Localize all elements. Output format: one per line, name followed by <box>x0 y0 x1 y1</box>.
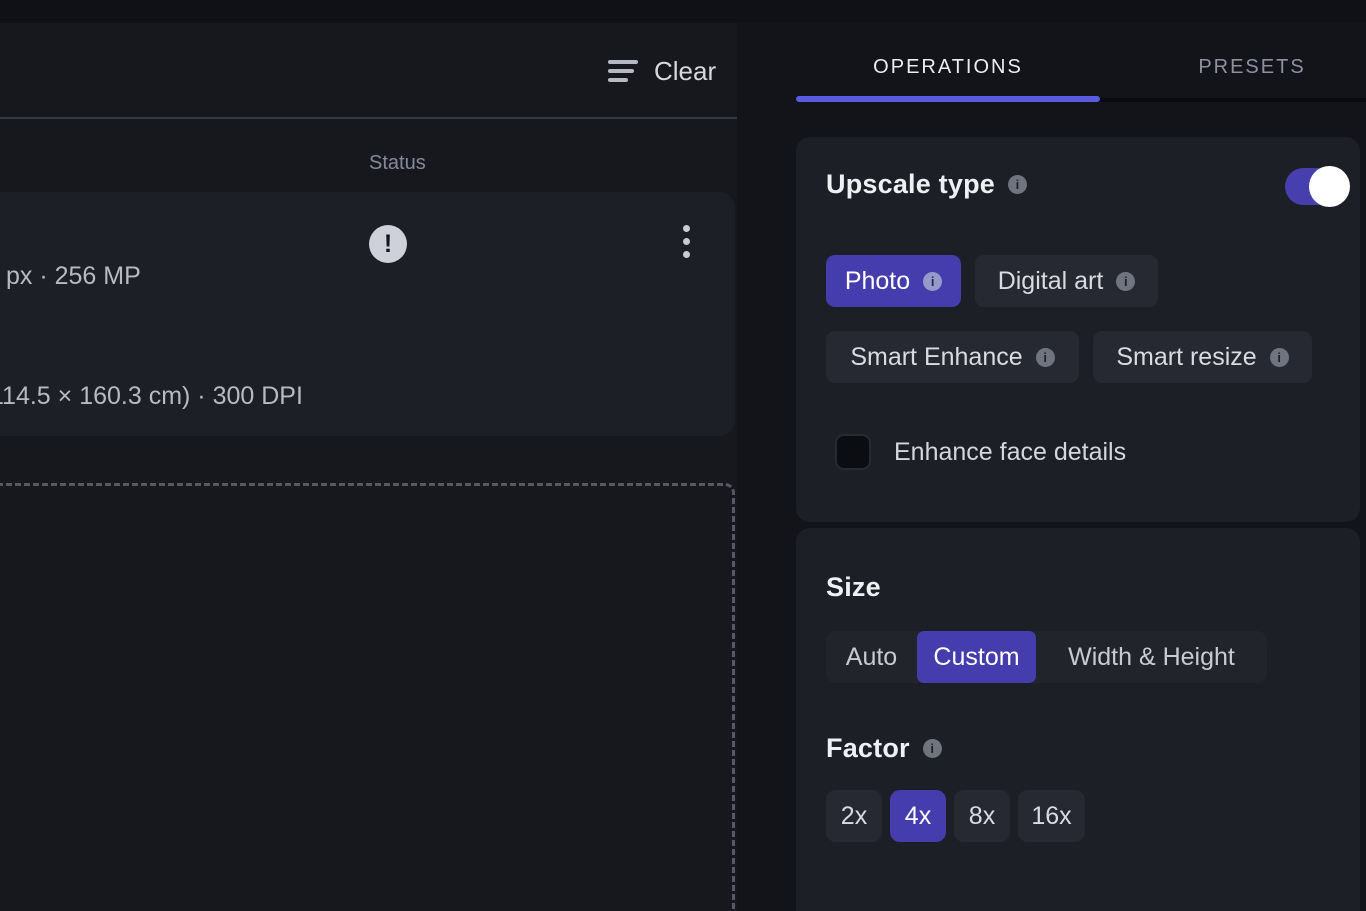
upscale-type-title: Upscale type <box>826 169 995 200</box>
factor-8x-button[interactable]: 8x <box>954 790 1010 842</box>
smart-resize-button[interactable]: Smart resize i <box>1093 331 1312 383</box>
upscale-type-card: Upscale type i Photo i Digital art i Sma… <box>796 137 1360 522</box>
header-divider <box>0 117 737 119</box>
clear-button[interactable]: Clear <box>608 50 716 92</box>
smart-resize-label: Smart resize <box>1116 343 1256 372</box>
factor-4x-button[interactable]: 4x <box>890 790 946 842</box>
size-factor-card: Size Auto Custom Width & Height Factor i… <box>796 528 1360 911</box>
factor-2x-button[interactable]: 2x <box>826 790 882 842</box>
smart-enhance-button[interactable]: Smart Enhance i <box>826 331 1079 383</box>
kebab-menu-icon[interactable] <box>676 225 696 258</box>
info-icon[interactable]: i <box>1008 175 1027 194</box>
smart-enhance-label: Smart Enhance <box>850 343 1022 372</box>
file-row[interactable]: px · 256 MP ! 114.5 × 160.3 cm) · 300 DP… <box>0 192 735 436</box>
active-tab-indicator <box>796 96 1100 102</box>
file-dropzone[interactable] <box>0 483 735 911</box>
info-icon[interactable]: i <box>1036 348 1055 367</box>
window-top-strip <box>0 0 1366 23</box>
file-dimensions-text: px · 256 MP <box>6 262 141 291</box>
info-icon[interactable]: i <box>923 739 942 758</box>
factor-title: Factor <box>826 733 910 764</box>
photo-button[interactable]: Photo i <box>826 255 961 307</box>
status-column-header: Status <box>369 152 426 175</box>
photo-label: Photo <box>845 267 910 296</box>
enhance-face-checkbox[interactable] <box>835 434 871 470</box>
app-window: Clear Status px · 256 MP ! 114.5 × 160.3… <box>0 0 1366 911</box>
size-title: Size <box>826 572 881 603</box>
file-print-size-text: 114.5 × 160.3 cm) · 300 DPI <box>0 382 303 411</box>
size-option-auto[interactable]: Auto <box>826 631 917 683</box>
alert-status-icon: ! <box>369 225 407 263</box>
factor-16x-button[interactable]: 16x <box>1018 790 1085 842</box>
info-icon[interactable]: i <box>1270 348 1289 367</box>
info-icon[interactable]: i <box>1116 272 1135 291</box>
tab-operations[interactable]: OPERATIONS <box>796 38 1100 96</box>
size-option-custom[interactable]: Custom <box>917 631 1036 683</box>
clear-label: Clear <box>654 56 716 87</box>
info-icon[interactable]: i <box>923 272 942 291</box>
digital-art-label: Digital art <box>998 267 1104 296</box>
tab-presets[interactable]: PRESETS <box>1100 38 1366 96</box>
toggle-knob <box>1309 166 1350 207</box>
filter-lines-icon <box>608 60 638 82</box>
size-segmented-control: Auto Custom Width & Height <box>826 631 1267 683</box>
upscale-type-toggle[interactable] <box>1285 168 1347 205</box>
digital-art-button[interactable]: Digital art i <box>975 255 1158 307</box>
size-option-width-height[interactable]: Width & Height <box>1036 631 1267 683</box>
enhance-face-label: Enhance face details <box>894 434 1126 470</box>
